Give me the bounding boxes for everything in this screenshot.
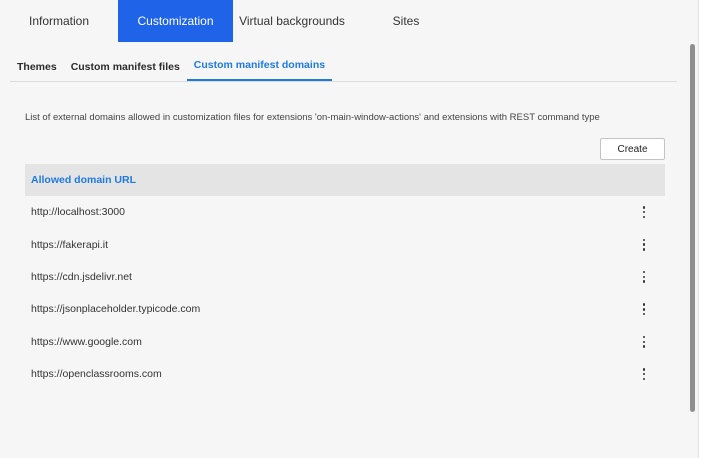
subtab-themes[interactable]: Themes [10, 52, 64, 81]
table-row: https://openclassrooms.com [25, 358, 665, 390]
top-tab-bar: Information Customization Virtual backgr… [0, 0, 699, 42]
settings-panel: Information Customization Virtual backgr… [0, 0, 699, 458]
table-row: https://fakerapi.it [25, 228, 665, 260]
create-button[interactable]: Create [600, 138, 665, 160]
domain-url: https://fakerapi.it [31, 238, 109, 251]
tab-sites[interactable]: Sites [351, 0, 461, 42]
domain-url: https://jsonplaceholder.typicode.com [31, 303, 201, 316]
subtab-custom-manifest-domains[interactable]: Custom manifest domains [186, 51, 333, 81]
table-row: https://cdn.jsdelivr.net [25, 261, 665, 293]
more-vertical-icon[interactable] [639, 205, 649, 219]
sub-tab-bar: Themes Custom manifest files Custom mani… [10, 52, 677, 82]
domain-url: http://localhost:3000 [31, 206, 125, 219]
domain-url: https://openclassrooms.com [31, 368, 162, 381]
allowed-domains-table: Allowed domain URL http://localhost:3000… [25, 164, 665, 390]
table-header-allowed-domain-url[interactable]: Allowed domain URL [25, 164, 665, 196]
tab-customization[interactable]: Customization [118, 0, 233, 42]
scrollbar-thumb[interactable] [690, 44, 695, 412]
domain-url: https://cdn.jsdelivr.net [31, 270, 132, 283]
description-text: List of external domains allowed in cust… [25, 112, 600, 123]
more-vertical-icon[interactable] [639, 302, 649, 316]
more-vertical-icon[interactable] [639, 367, 649, 381]
window-edge [699, 0, 705, 458]
table-row: http://localhost:3000 [25, 196, 665, 228]
more-vertical-icon[interactable] [639, 335, 649, 349]
subtab-custom-manifest-files[interactable]: Custom manifest files [64, 52, 187, 81]
more-vertical-icon[interactable] [639, 270, 649, 284]
more-vertical-icon[interactable] [639, 238, 649, 252]
domain-url: https://www.google.com [31, 335, 142, 348]
tab-information[interactable]: Information [0, 0, 118, 42]
tab-virtual-backgrounds[interactable]: Virtual backgrounds [233, 0, 351, 42]
table-row: https://jsonplaceholder.typicode.com [25, 293, 665, 325]
table-row: https://www.google.com [25, 326, 665, 358]
